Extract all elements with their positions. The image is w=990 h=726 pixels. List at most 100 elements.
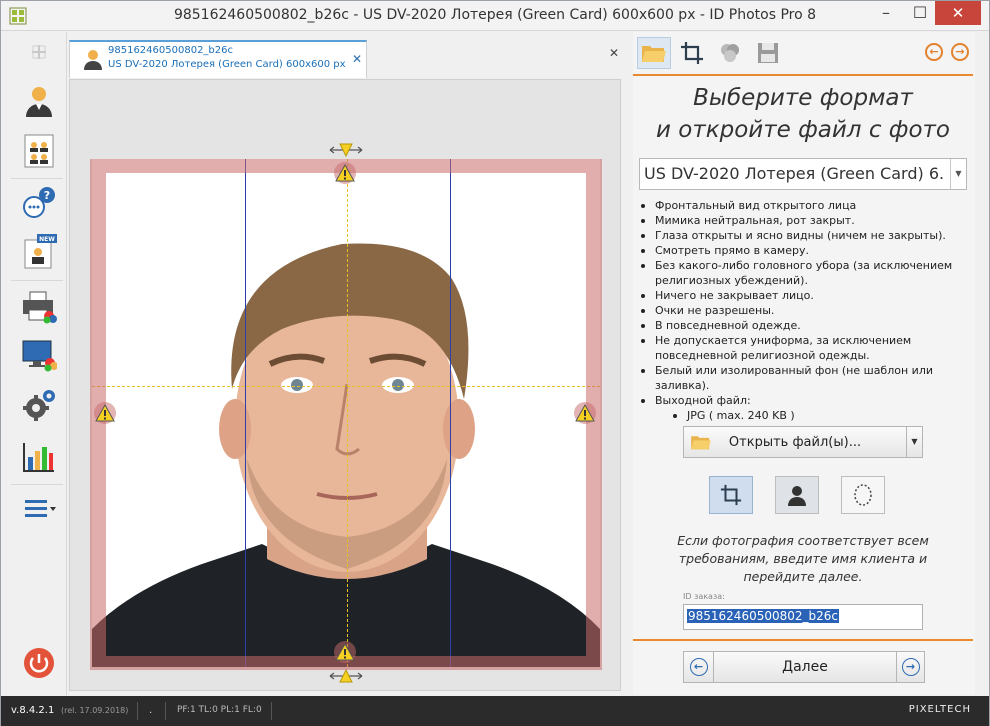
format-select[interactable]: US DV-2020 Лотерея (Green Card) 6... ▼ <box>639 158 967 190</box>
menu-button[interactable] <box>19 490 59 528</box>
help-chat-icon: ? <box>23 187 55 218</box>
document-area: 985162460500802_b26c US DV-2020 Лотерея … <box>69 32 631 694</box>
oval-mode-button[interactable] <box>841 476 885 514</box>
list-item: Выходной файл: <box>637 393 967 408</box>
chevron-down-icon[interactable]: ▼ <box>906 427 922 457</box>
status-separator <box>271 702 272 720</box>
toolbar-separator <box>11 178 63 179</box>
arrow-right-icon: → <box>901 658 920 676</box>
tab-close-button[interactable]: ✕ <box>352 52 362 66</box>
save-disk-icon <box>758 43 778 63</box>
toolbar-separator <box>11 280 63 281</box>
list-item: Глаза открыты и ясно видны (ничем не зак… <box>637 228 967 243</box>
svg-text:NEW: NEW <box>39 236 55 243</box>
document-tab-filename: 985162460500802_b26c <box>108 45 234 56</box>
add-button[interactable] <box>19 38 59 66</box>
close-button[interactable]: ✕ <box>935 1 981 25</box>
list-item: Мимика нейтральная, рот закрыт. <box>637 213 967 228</box>
format-select-value: US DV-2020 Лотерея (Green Card) 6... <box>644 164 944 183</box>
warning-right-icon[interactable] <box>574 402 596 424</box>
release-label: (rel. 17.09.2018) <box>61 706 129 715</box>
list-item: В повседневной одежде. <box>637 318 967 333</box>
instruction-text: Если фотография соответствует всем требо… <box>677 533 929 584</box>
list-item: Очки не разрешены. <box>637 303 967 318</box>
print-button[interactable] <box>19 288 59 326</box>
print-icon <box>23 291 57 324</box>
header-divider <box>633 74 973 76</box>
requirements-list: Фронтальный вид открытого лица Мимика не… <box>637 198 967 423</box>
dotted-oval-icon <box>854 484 872 506</box>
status-bar: v.8.4.2.1 (rel. 17.09.2018) . PF:1 TL:0 … <box>1 696 989 726</box>
document-tab[interactable]: 985162460500802_b26c US DV-2020 Лотерея … <box>69 40 367 78</box>
app-window: 985162460500802_b26c - US DV-2020 Лотере… <box>0 0 990 726</box>
tab-open-file[interactable] <box>637 37 671 69</box>
settings-icon <box>23 390 55 421</box>
footer-divider <box>633 639 973 641</box>
settings-button[interactable] <box>19 386 59 424</box>
single-person-icon <box>26 87 52 117</box>
list-item: Не допускается униформа, за исключением … <box>637 333 967 363</box>
display-button[interactable] <box>19 336 59 374</box>
top-resize-handle[interactable] <box>328 142 364 158</box>
crop-icon <box>720 484 742 506</box>
list-item: Без какого-либо головного убора (за искл… <box>637 258 967 288</box>
add-icon <box>32 45 46 59</box>
back-button[interactable]: ← <box>684 652 714 682</box>
portrait-image <box>92 159 600 667</box>
list-item: Смотреть прямо в камеру. <box>637 243 967 258</box>
open-files-button[interactable]: Открыть файл(ы)... ▼ <box>683 426 923 458</box>
warning-left-icon[interactable] <box>94 402 116 424</box>
silhouette-mode-button[interactable] <box>775 476 819 514</box>
status-dot: . <box>149 705 153 716</box>
bottom-resize-handle[interactable] <box>328 668 364 684</box>
list-item: Фронтальный вид открытого лица <box>637 198 967 213</box>
list-item: Белый или изолированный фон (не шаблон и… <box>637 363 967 393</box>
face-guide-right <box>450 159 451 667</box>
face-guide-left <box>245 159 246 667</box>
warning-bottom-icon[interactable] <box>334 641 356 663</box>
list-item: Ничего не закрывает лицо. <box>637 288 967 303</box>
document-tab-format: US DV-2020 Лотерея (Green Card) 600x600 … <box>108 59 346 70</box>
output-format-item: JPG ( max. 240 KB ) <box>637 408 967 423</box>
menu-icon <box>25 500 56 517</box>
order-id-input[interactable]: 985162460500802_b26c <box>683 604 923 630</box>
power-icon <box>24 648 54 678</box>
photo-sheet-button[interactable] <box>19 132 59 170</box>
center-guide-vertical <box>347 159 348 667</box>
folder-open-icon <box>642 46 666 62</box>
forward-button[interactable]: → <box>896 652 924 682</box>
open-files-label: Открыть файл(ы)... <box>728 435 862 450</box>
eye-line-guide <box>92 386 600 387</box>
crop-mode-button[interactable] <box>709 476 753 514</box>
title-bar: 985162460500802_b26c - US DV-2020 Лотере… <box>1 1 989 31</box>
tab-effects[interactable] <box>713 37 747 69</box>
statistics-icon <box>23 443 54 472</box>
toolbar-separator <box>11 484 63 485</box>
statistics-button[interactable] <box>19 438 59 476</box>
photo-canvas[interactable] <box>69 79 621 691</box>
single-person-button[interactable] <box>19 82 59 120</box>
status-separator <box>165 702 166 720</box>
maximize-button[interactable]: ☐ <box>903 1 937 25</box>
tab-save[interactable] <box>751 37 785 69</box>
version-label: v.8.4.2.1 <box>11 705 55 716</box>
close-document-button[interactable]: ✕ <box>609 46 619 60</box>
svg-text:?: ? <box>44 189 50 202</box>
new-template-icon: NEW <box>24 234 57 269</box>
chevron-down-icon[interactable]: ▼ <box>950 159 966 189</box>
tab-crop[interactable] <box>675 37 709 69</box>
help-button[interactable]: ? <box>19 184 59 222</box>
crop-icon <box>681 42 703 64</box>
heading-line-1: Выберите формат <box>693 85 913 111</box>
next-button[interactable]: Далее <box>714 659 896 675</box>
new-template-button[interactable]: NEW <box>19 232 59 270</box>
silhouette-icon <box>788 486 806 506</box>
order-id-value: 985162460500802_b26c <box>687 609 840 623</box>
display-icon <box>22 340 57 372</box>
power-button[interactable] <box>19 644 59 682</box>
next-bar: ← Далее → <box>683 651 925 683</box>
previous-step-button[interactable]: ← <box>925 43 943 61</box>
warning-top-icon[interactable] <box>334 162 356 184</box>
minimize-button[interactable]: – <box>869 1 903 25</box>
next-step-button[interactable]: → <box>951 43 969 61</box>
